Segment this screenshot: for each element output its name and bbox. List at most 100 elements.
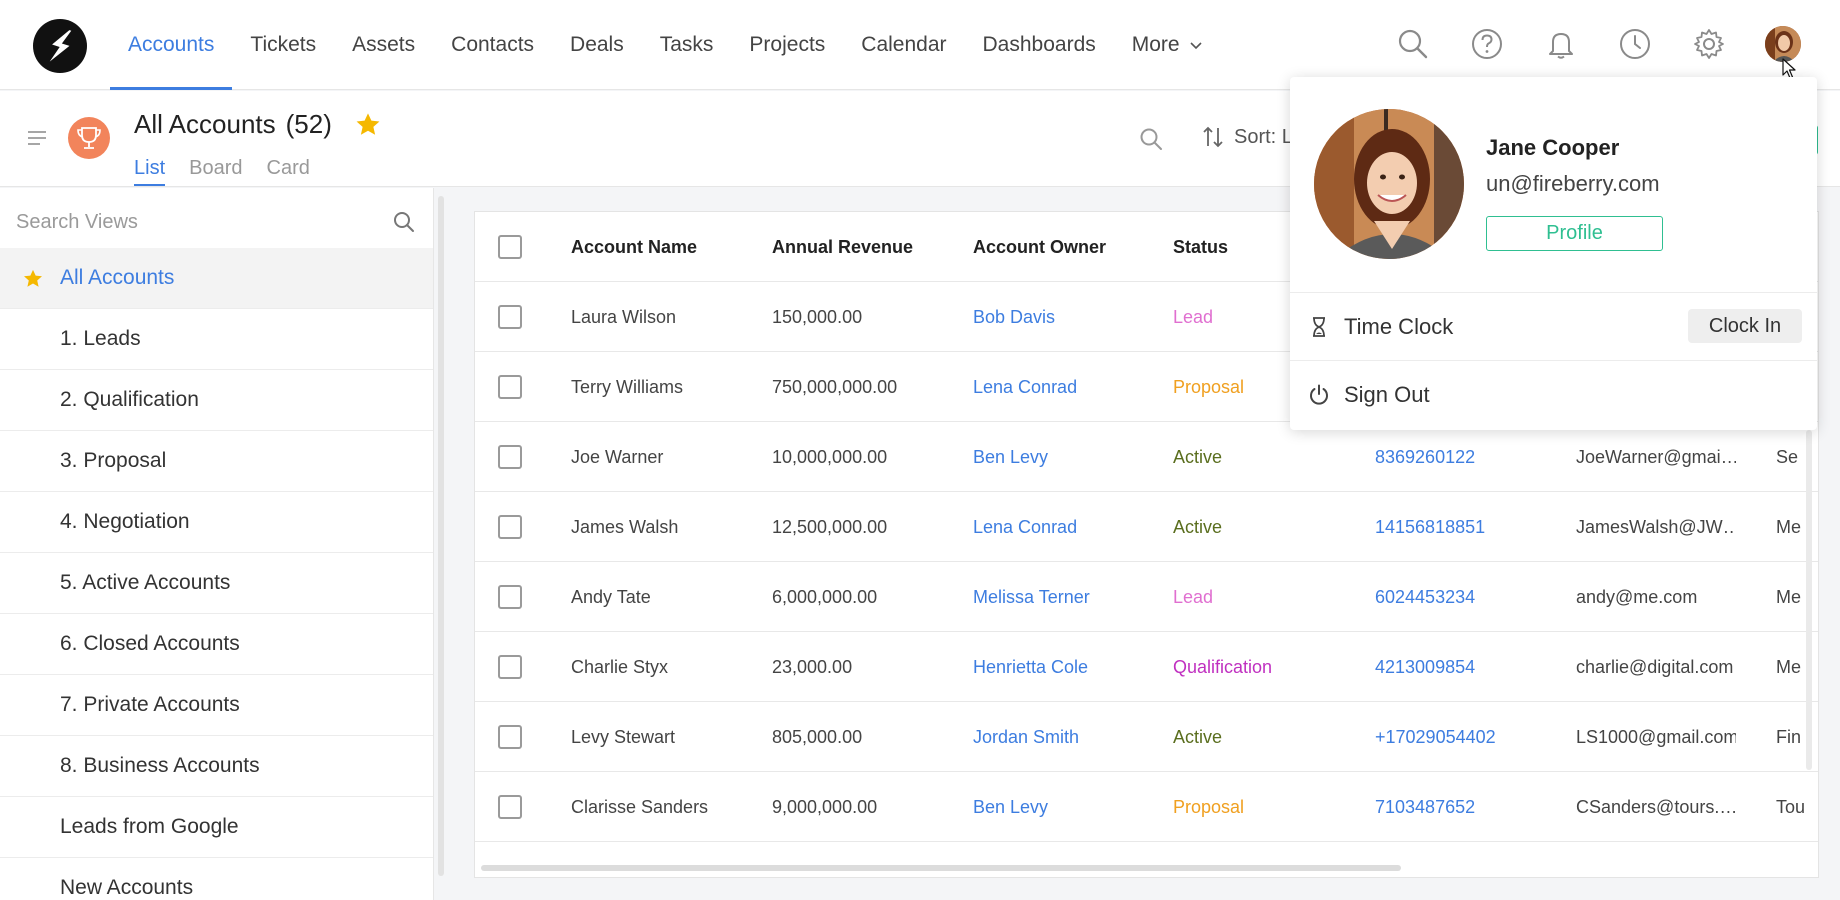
table-vertical-scrollbar[interactable] xyxy=(1806,430,1812,770)
row-checkbox[interactable] xyxy=(498,725,522,749)
phone-link[interactable]: 4213009854 xyxy=(1375,632,1565,702)
account-name-cell: Terry Williams xyxy=(571,376,683,397)
sidebar-item-proposal[interactable]: 3. Proposal xyxy=(0,431,433,492)
sidebar-item-label: 5. Active Accounts xyxy=(60,571,231,594)
profile-name: Jane Cooper xyxy=(1486,135,1620,160)
row-checkbox[interactable] xyxy=(498,585,522,609)
sidebar-item-business-accounts[interactable]: 8. Business Accounts xyxy=(0,736,433,797)
account-owner-link[interactable]: Lena Conrad xyxy=(973,492,1163,562)
table-row[interactable]: Andy Tate 6,000,000.00 Melissa Terner Lead 6… xyxy=(475,562,1818,632)
sidebar-item-new-accounts[interactable]: New Accounts xyxy=(0,858,433,900)
table-horizontal-scrollbar[interactable] xyxy=(481,865,1401,871)
table-row[interactable]: Clarisse Sanders 9,000,000.00 Ben Levy Prop… xyxy=(475,772,1818,842)
email-cell: JoeWarner@gmai… xyxy=(1576,446,1736,467)
tab-list[interactable]: List xyxy=(134,157,166,186)
clock-in-button[interactable]: Clock In xyxy=(1688,309,1802,343)
nav-more[interactable]: More xyxy=(1114,0,1222,90)
page-title: All Accounts (52) xyxy=(134,109,332,140)
table-row[interactable]: James Walsh 12,500,000.00 Lena Conrad Activ… xyxy=(475,492,1818,562)
sidebar-scrollbar[interactable] xyxy=(438,196,444,876)
sidebar-item-negotiation[interactable]: 4. Negotiation xyxy=(0,492,433,553)
extra-cell: Me xyxy=(1776,656,1802,677)
user-avatar[interactable] xyxy=(1765,26,1801,62)
extra-cell: Me xyxy=(1776,586,1802,607)
bell-icon[interactable] xyxy=(1544,27,1578,61)
view-tabs: List Board Card xyxy=(134,157,310,186)
nav-contacts[interactable]: Contacts xyxy=(433,0,552,90)
account-owner-link[interactable]: Jordan Smith xyxy=(973,702,1163,772)
phone-link[interactable]: 14156818851 xyxy=(1375,492,1565,562)
select-all-checkbox[interactable] xyxy=(498,235,522,259)
accounts-module-icon xyxy=(68,117,110,159)
column-header-account-name[interactable]: Account Name xyxy=(571,212,761,282)
account-owner-link[interactable]: Lena Conrad xyxy=(973,352,1163,422)
sidebar-item-leads[interactable]: 1. Leads xyxy=(0,309,433,370)
nav-tickets[interactable]: Tickets xyxy=(232,0,334,90)
annual-revenue-cell: 150,000.00 xyxy=(772,306,863,327)
phone-link[interactable]: 6024453234 xyxy=(1375,562,1565,632)
account-owner-link[interactable]: Melissa Terner xyxy=(973,562,1163,632)
table-row[interactable]: Levy Stewart 805,000.00 Jordan Smith Active… xyxy=(475,702,1818,772)
clock-icon[interactable] xyxy=(1618,27,1652,61)
search-icon[interactable] xyxy=(392,210,416,234)
sign-out-item[interactable]: Sign Out xyxy=(1290,362,1817,428)
phone-link[interactable]: 8369260122 xyxy=(1375,422,1565,492)
nav-accounts[interactable]: Accounts xyxy=(110,0,233,90)
sidebar-item-private-accounts[interactable]: 7. Private Accounts xyxy=(0,675,433,736)
row-checkbox[interactable] xyxy=(498,305,522,329)
tab-board[interactable]: Board xyxy=(189,157,242,186)
status-cell: Active xyxy=(1173,516,1223,537)
sidebar-item-qualification[interactable]: 2. Qualification xyxy=(0,370,433,431)
sidebar-item-label: New Accounts xyxy=(60,876,194,899)
app-logo[interactable] xyxy=(33,19,87,73)
sidebar-item-leads-from-google[interactable]: Leads from Google xyxy=(0,797,433,858)
phone-link[interactable]: 7103487652 xyxy=(1375,772,1565,842)
nav-projects[interactable]: Projects xyxy=(731,0,843,90)
gear-icon[interactable] xyxy=(1692,27,1726,61)
nav-deals[interactable]: Deals xyxy=(552,0,642,90)
annual-revenue-cell: 750,000,000.00 xyxy=(772,376,898,397)
extra-cell: Se xyxy=(1776,446,1799,467)
sidebar-item-closed-accounts[interactable]: 6. Closed Accounts xyxy=(0,614,433,675)
column-header-account-owner[interactable]: Account Owner xyxy=(973,212,1163,282)
row-checkbox[interactable] xyxy=(498,515,522,539)
nav-calendar[interactable]: Calendar xyxy=(843,0,964,90)
search-records-icon[interactable] xyxy=(1138,126,1164,152)
favorite-star-icon[interactable] xyxy=(354,111,382,139)
help-icon[interactable] xyxy=(1470,27,1504,61)
row-checkbox[interactable] xyxy=(498,795,522,819)
email-cell: LS1000@gmail.com xyxy=(1576,726,1736,747)
phone-link[interactable]: +17029054402 xyxy=(1375,702,1565,772)
search-views-input[interactable] xyxy=(16,206,376,238)
nav-dashboards[interactable]: Dashboards xyxy=(965,0,1114,90)
tab-card[interactable]: Card xyxy=(267,157,310,186)
row-checkbox[interactable] xyxy=(498,445,522,469)
sidebar-item-active-accounts[interactable]: 5. Active Accounts xyxy=(0,553,433,614)
account-name-cell: Joe Warner xyxy=(571,446,664,467)
page-title-text: All Accounts xyxy=(134,109,276,139)
annual-revenue-cell: 9,000,000.00 xyxy=(772,796,878,817)
sidebar-item-all-accounts[interactable]: All Accounts xyxy=(0,248,433,309)
nav-tasks[interactable]: Tasks xyxy=(642,0,732,90)
account-owner-link[interactable]: Bob Davis xyxy=(973,282,1163,352)
main-nav: Accounts Tickets Assets Contacts Deals T… xyxy=(110,0,1222,90)
row-checkbox[interactable] xyxy=(498,375,522,399)
table-row[interactable]: Joe Warner 10,000,000.00 Ben Levy Active 836… xyxy=(475,422,1818,492)
row-checkbox[interactable] xyxy=(498,655,522,679)
sort-button[interactable]: Sort: L xyxy=(1202,125,1292,149)
star-icon xyxy=(24,269,42,287)
annual-revenue-cell: 805,000.00 xyxy=(772,726,863,747)
column-header-annual-revenue[interactable]: Annual Revenue xyxy=(772,212,962,282)
account-owner-link[interactable]: Henrietta Cole xyxy=(973,632,1163,702)
table-row[interactable]: Charlie Styx 23,000.00 Henrietta Cole Quali… xyxy=(475,632,1818,702)
views-list: All Accounts 1. Leads 2. Qualification 3… xyxy=(0,248,433,900)
account-owner-link[interactable]: Ben Levy xyxy=(973,422,1163,492)
profile-button[interactable]: Profile xyxy=(1486,216,1663,251)
views-sidebar: All Accounts 1. Leads 2. Qualification 3… xyxy=(0,188,434,900)
account-owner-link[interactable]: Ben Levy xyxy=(973,772,1163,842)
search-icon[interactable] xyxy=(1396,27,1430,61)
menu-icon[interactable] xyxy=(26,129,48,147)
email-cell: andy@me.com xyxy=(1576,586,1698,607)
nav-assets[interactable]: Assets xyxy=(334,0,433,90)
record-count: (52) xyxy=(285,109,332,139)
